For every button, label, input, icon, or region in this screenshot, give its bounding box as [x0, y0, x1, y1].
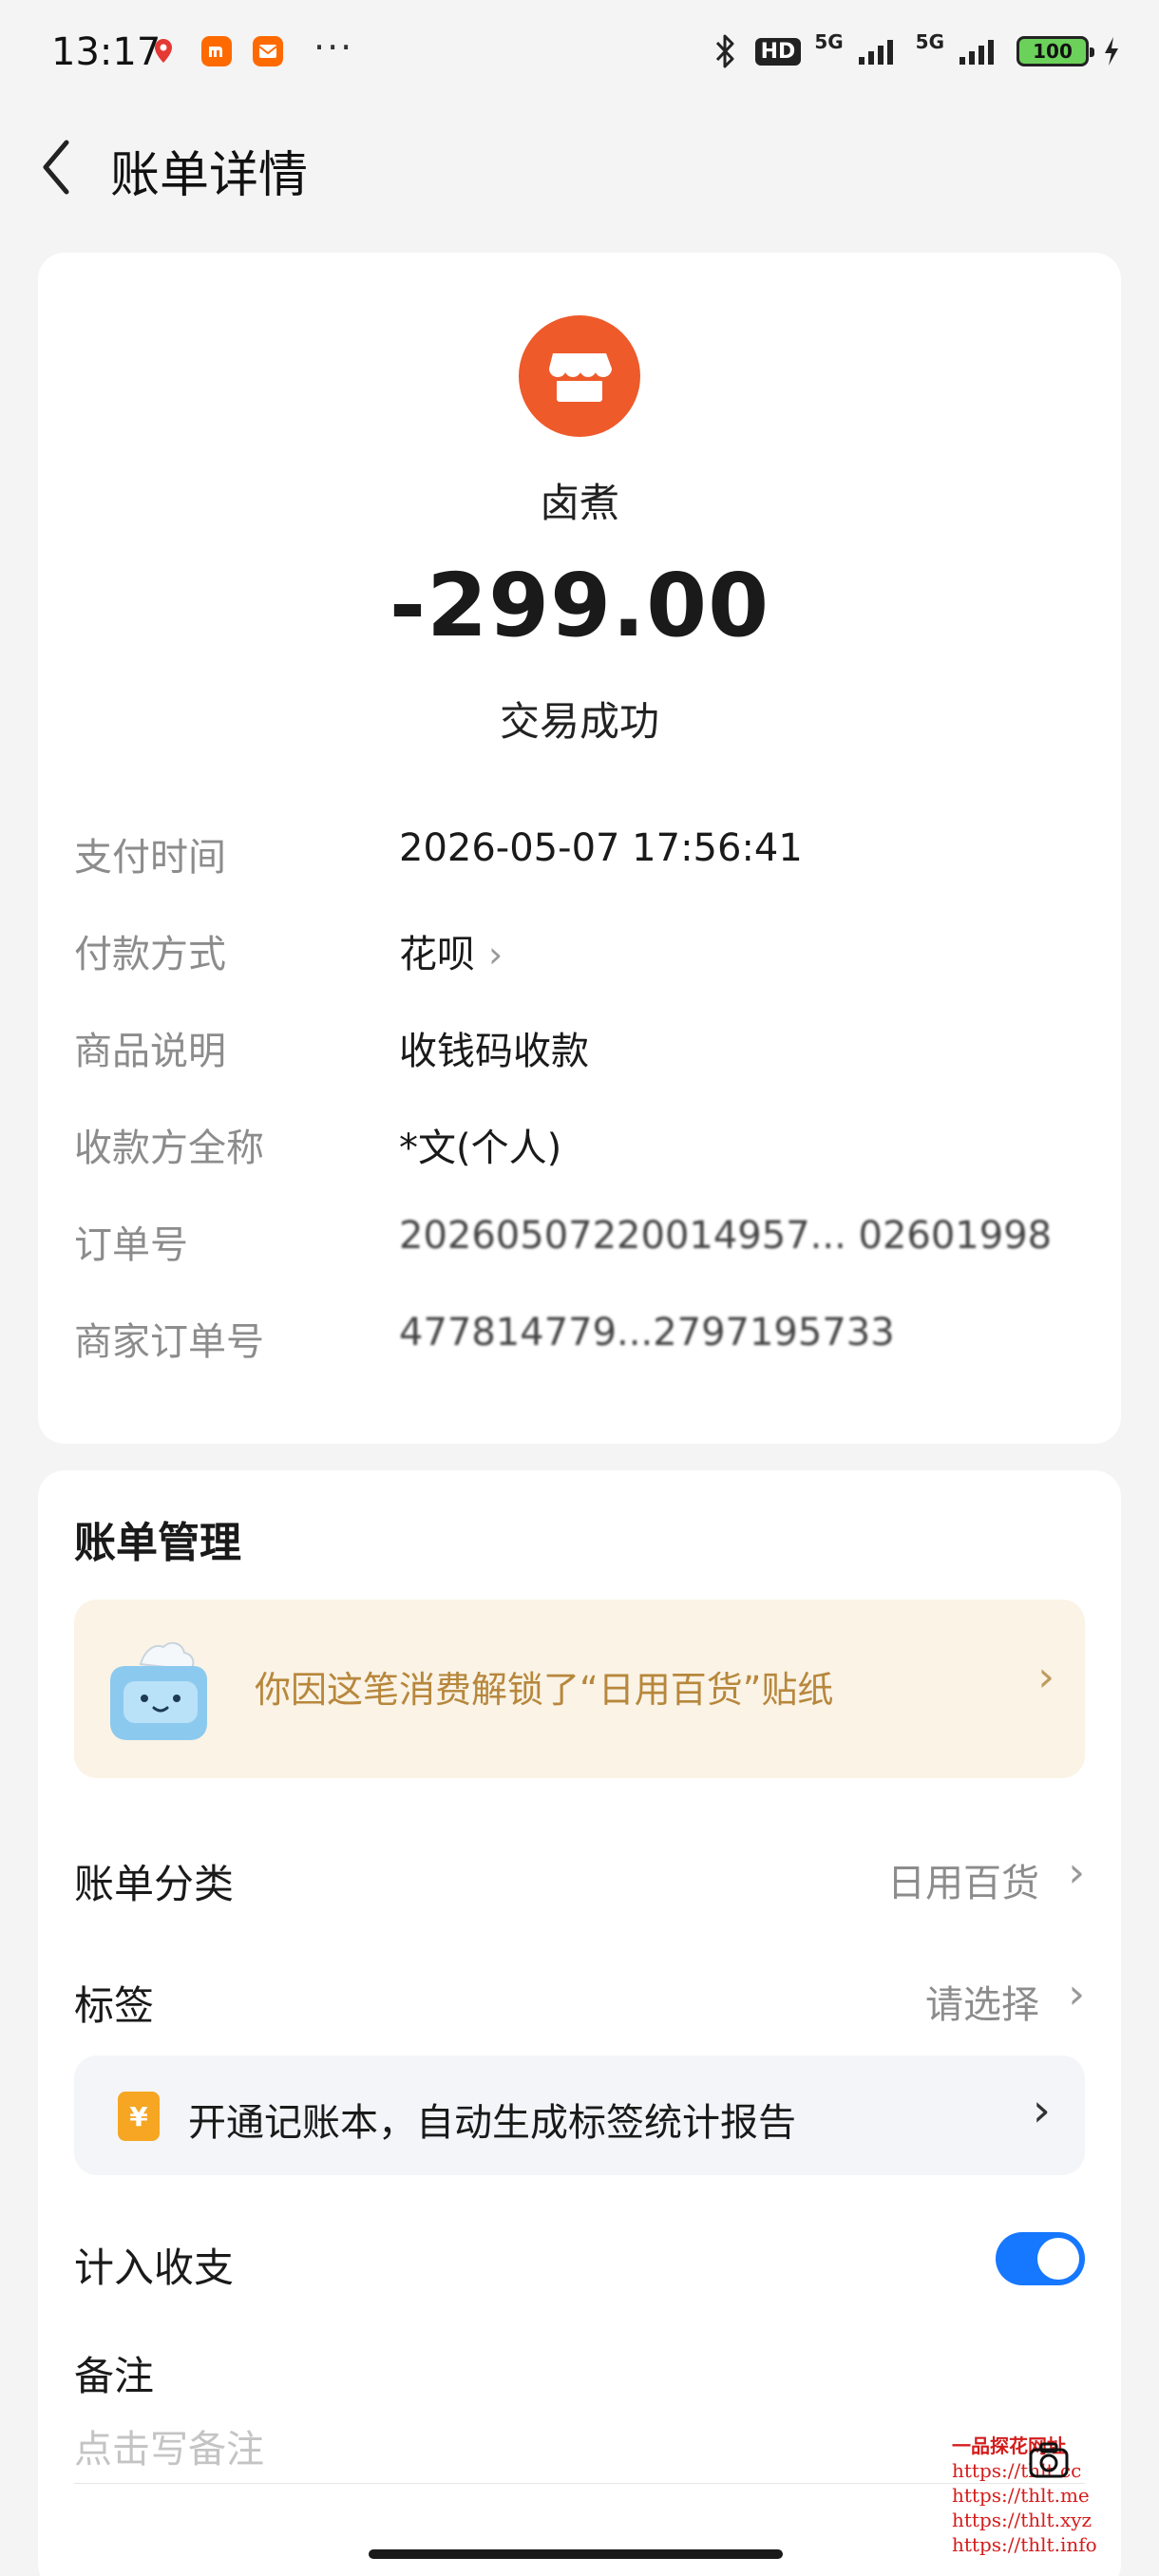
sticker-unlock-banner[interactable]: 你因这笔消费解锁了“日用百货”贴纸 › — [74, 1600, 1085, 1778]
hd-badge: HD — [754, 37, 802, 66]
mail-icon — [253, 36, 283, 66]
promo-text: 开通记账本，自动生成标签统计报告 — [188, 2101, 796, 2145]
note-label: 备注 — [74, 2353, 155, 2399]
transaction-status: 交易成功 — [499, 698, 659, 745]
home-indicator[interactable] — [369, 2549, 783, 2559]
page-title: 账单详情 — [110, 147, 309, 204]
battery-icon: 100 — [1016, 36, 1094, 66]
note-input[interactable] — [74, 2416, 1085, 2484]
include-in-stats-row: 计入收支 — [74, 2219, 1085, 2304]
detail-label: 收款方全称 — [74, 1127, 264, 1170]
detail-label: 商家订单号 — [74, 1320, 264, 1364]
watermark-link: https://thlt.info — [952, 2533, 1097, 2556]
map-pin-icon — [155, 39, 172, 63]
toggle-knob — [1037, 2238, 1079, 2280]
signal-icon-2 — [960, 40, 994, 65]
nav-header: 账单详情 — [0, 114, 1159, 218]
detail-row-payee: 收款方全称 *文(个人) — [74, 1108, 1100, 1174]
network-label-2: 5G — [915, 30, 944, 53]
detail-row-product: 商品说明 收钱码收款 — [74, 1011, 1100, 1077]
chevron-left-icon — [43, 140, 69, 195]
watermark: 一品探花网址 https://thlt.cc https://thlt.me h… — [952, 2434, 1104, 2557]
network-label-1: 5G — [814, 30, 844, 53]
tag-label: 标签 — [74, 1982, 155, 2029]
mi-icon — [201, 36, 232, 66]
detail-row-pay-method[interactable]: 付款方式 花呗 › — [74, 914, 1100, 980]
watermark-link: https://thlt.me — [952, 2484, 1090, 2507]
chevron-right-icon: › — [488, 934, 504, 975]
ledger-promo-banner[interactable]: ¥ 开通记账本，自动生成标签统计报告 › — [74, 2055, 1085, 2175]
merchant-avatar — [519, 315, 640, 437]
detail-value[interactable]: 2026-05-07 17:56:41 — [399, 826, 803, 870]
detail-label: 订单号 — [74, 1223, 188, 1267]
detail-label: 付款方式 — [74, 933, 226, 976]
detail-value[interactable]: 花呗 › — [399, 923, 503, 978]
status-right-group: HD 5G 5G 100 — [710, 30, 1121, 72]
detail-label: 支付时间 — [74, 836, 226, 880]
tag-row[interactable]: 标签 请选择 › — [74, 1957, 1085, 2042]
bill-category-label: 账单分类 — [74, 1861, 235, 1907]
detail-label: 商品说明 — [74, 1030, 226, 1073]
sticker-banner-text: 你因这笔消费解锁了“日用百货”贴纸 — [255, 1669, 834, 1711]
pay-method-value: 花呗 — [399, 933, 475, 976]
camera-icon — [1029, 2442, 1069, 2478]
status-more: ··· — [314, 27, 354, 68]
bill-category-value: 日用百货 — [887, 1862, 1039, 1905]
section-title: 账单管理 — [74, 1519, 241, 1567]
coupon-yen-icon: ¥ — [118, 2092, 160, 2141]
status-bar: 13:17 ··· HD 5G 5G 100 — [0, 0, 1159, 104]
charging-icon — [1105, 37, 1118, 66]
detail-value[interactable]: 20260507220014957... 02601998 — [399, 1214, 1052, 1258]
detail-value: *文(个人) — [399, 1127, 562, 1170]
bill-management-card: 账单管理 你因这笔消费解锁了“日用百货”贴纸 › 账单分类 日用百货 › 标签 … — [38, 1470, 1121, 2576]
bill-detail-page: 13:17 ··· HD 5G 5G 100 账单详情 卤煮 -299.00 交… — [0, 0, 1159, 2576]
include-in-stats-label: 计入收支 — [74, 2245, 235, 2291]
chevron-right-icon: › — [1068, 1848, 1085, 1897]
status-time: 13:17 — [51, 30, 162, 74]
store-icon — [549, 353, 612, 402]
chevron-right-icon: › — [1037, 1653, 1054, 1701]
transaction-card: 卤煮 -299.00 交易成功 支付时间 2026-05-07 17:56:41… — [38, 253, 1121, 1444]
battery-level: 100 — [1033, 40, 1073, 63]
detail-row-order-no: 订单号 20260507220014957... 02601998 — [74, 1204, 1100, 1271]
chevron-right-icon: › — [1068, 1970, 1085, 2018]
detail-value: 收钱码收款 — [399, 1030, 589, 1073]
bluetooth-icon — [715, 34, 734, 68]
back-button[interactable] — [28, 129, 86, 205]
signal-icon — [858, 40, 893, 65]
detail-row-merchant-order-no: 商家订单号 477814779...2797195733 — [74, 1301, 1100, 1368]
chevron-right-icon: › — [1032, 2084, 1051, 2137]
bill-category-row[interactable]: 账单分类 日用百货 › — [74, 1835, 1085, 1921]
tag-value: 请选择 — [925, 1983, 1039, 2027]
watermark-link: https://thlt.xyz — [952, 2509, 1092, 2531]
transaction-amount: -299.00 — [389, 555, 770, 656]
detail-row-pay-time: 支付时间 2026-05-07 17:56:41 — [74, 817, 1100, 883]
detail-value[interactable]: 477814779...2797195733 — [399, 1311, 895, 1354]
include-in-stats-toggle[interactable] — [996, 2232, 1085, 2285]
tissue-box-icon — [110, 1641, 207, 1740]
merchant-name: 卤煮 — [539, 480, 619, 526]
